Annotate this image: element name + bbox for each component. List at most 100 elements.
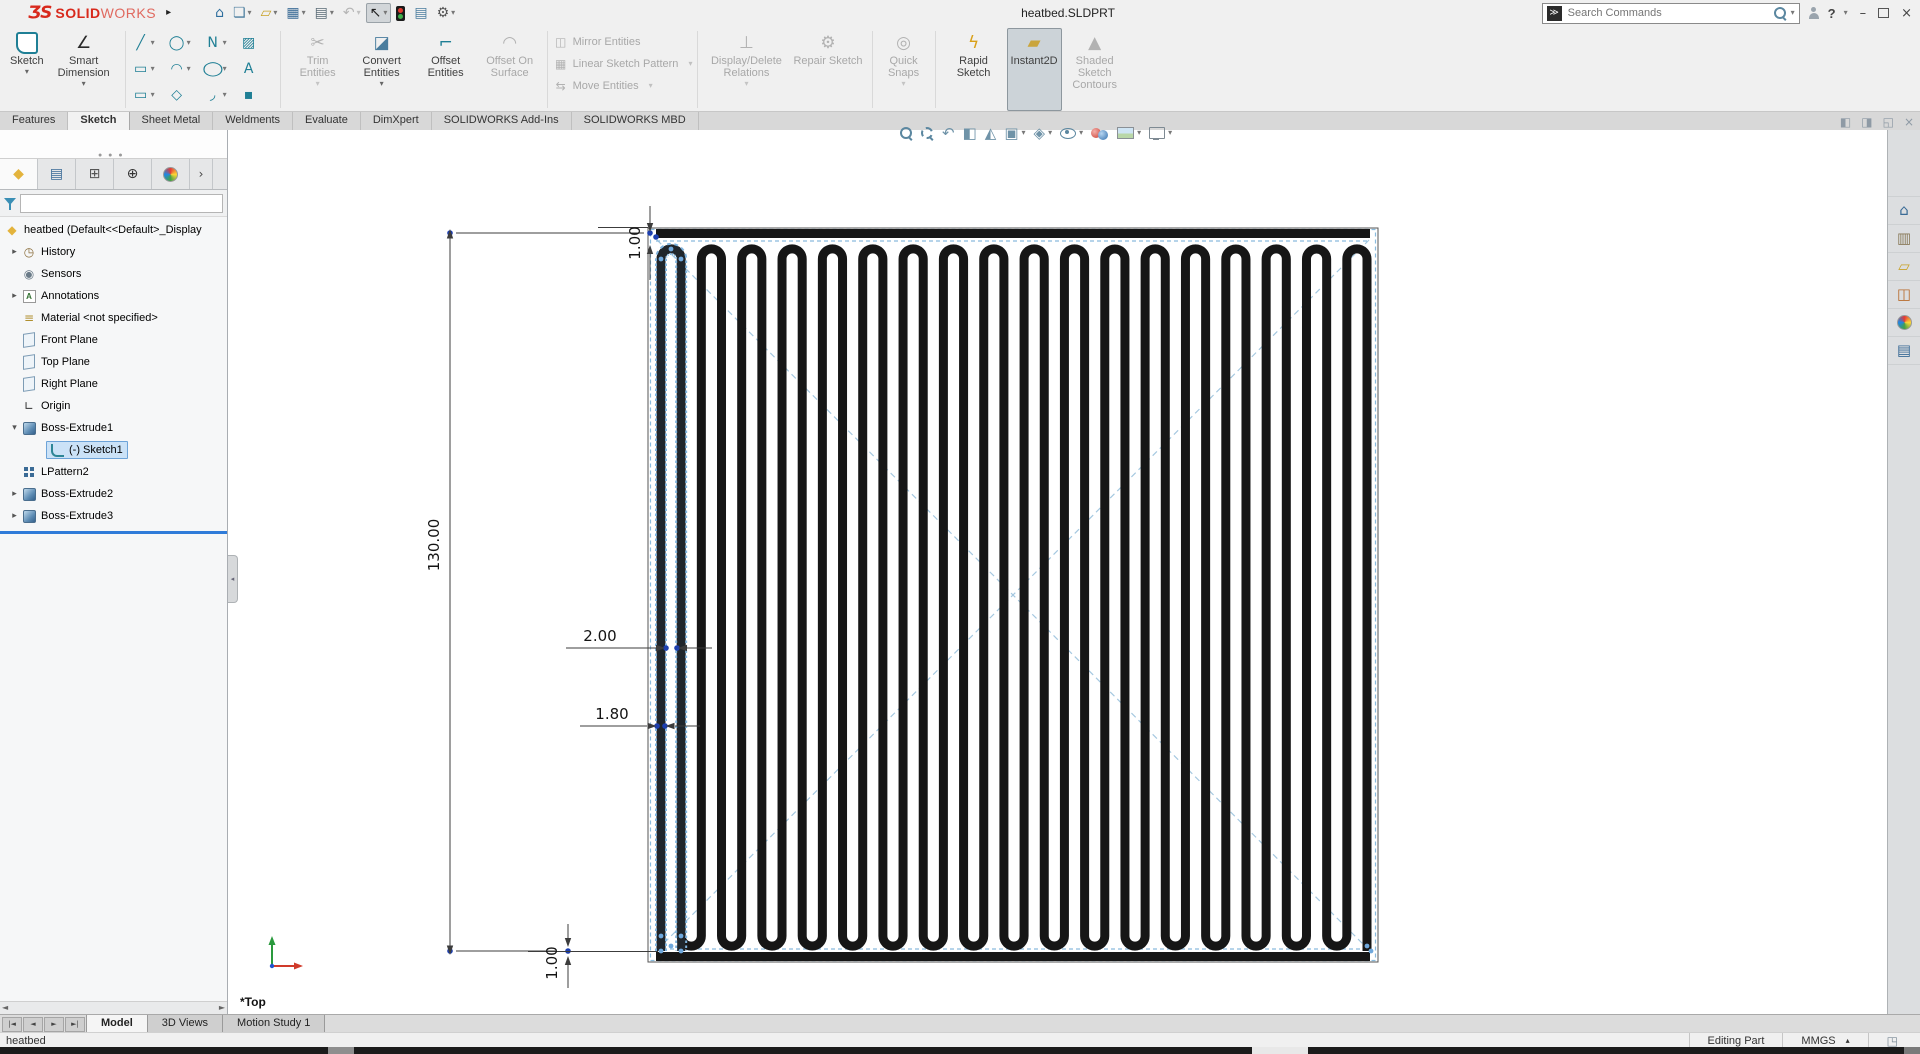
dropdown-icon[interactable]: ▾ — [302, 9, 306, 17]
dropdown-icon[interactable]: ▾ — [273, 9, 277, 17]
panel-tab-dimxpertmanager[interactable]: ⊕ — [114, 159, 152, 189]
zoom-to-area-button[interactable] — [917, 125, 938, 142]
panel-tab-displaymanager[interactable] — [152, 159, 190, 189]
sketch-button[interactable]: Sketch ▾ — [6, 28, 48, 111]
file-properties-button[interactable]: ▤ — [410, 3, 431, 23]
dropdown-icon[interactable]: ▾ — [151, 64, 155, 73]
new-document-button[interactable]: ❏ ▾ — [229, 3, 256, 23]
menu-flyout-icon[interactable]: ▸ — [166, 8, 171, 18]
tree-item-material-not-specified[interactable]: ≡ Material <not specified> — [0, 307, 227, 329]
search-icon[interactable] — [1773, 6, 1787, 20]
select-button[interactable]: ↖ ▾ — [365, 3, 392, 23]
rollback-bar[interactable] — [0, 531, 227, 534]
dropdown-icon[interactable]: ▾ — [330, 9, 334, 17]
custom-properties-taskpane-button[interactable]: ▤ — [1888, 337, 1920, 365]
login-user-icon[interactable] — [1808, 6, 1820, 20]
previous-sheet-button[interactable]: ◄ — [23, 1016, 43, 1032]
tree-item-boss-extrude3[interactable]: ▸ Boss-Extrude3 — [0, 505, 227, 527]
dropdown-icon[interactable]: ▾ — [380, 80, 384, 90]
search-dropdown-icon[interactable]: ▾ — [1791, 9, 1795, 17]
close-button[interactable]: × — [1897, 7, 1916, 20]
zoom-to-fit-button[interactable] — [896, 125, 917, 142]
dropdown-icon[interactable]: ▾ — [744, 80, 748, 90]
panel-tab-configurationmanager[interactable]: ⊞ — [76, 159, 114, 189]
tab-sketch[interactable]: Sketch — [68, 112, 130, 130]
convert-entities-button[interactable]: ◪ Convert Entities ▾ — [350, 28, 414, 111]
view-settings-button[interactable]: ▾ — [1145, 125, 1176, 141]
undo-button[interactable]: ↶ ▾ — [339, 3, 365, 23]
tab-dimxpert[interactable]: DimXpert — [361, 112, 432, 130]
next-sheet-button[interactable]: ► — [44, 1016, 64, 1032]
bottom-tab-motion-study-1[interactable]: Motion Study 1 — [222, 1015, 326, 1033]
rapid-sketch-button[interactable]: ϟ Rapid Sketch — [941, 28, 1007, 111]
expand-arrow-icon[interactable]: ▸ — [8, 511, 21, 521]
panel-scrollbar[interactable]: ◄ ► — [0, 1001, 227, 1014]
viewport-pane-right-icon[interactable]: ◨ — [1861, 116, 1872, 128]
dimension-1-00-top[interactable]: 1.00 — [598, 206, 654, 280]
tree-item-origin[interactable]: ∟ Origin — [0, 395, 227, 417]
tab-solidworks-add-ins[interactable]: SOLIDWORKS Add-Ins — [432, 112, 572, 130]
xpert-tools-button[interactable] — [392, 3, 409, 24]
panel-splitter-handle[interactable]: ◂ — [228, 555, 238, 603]
print-button[interactable]: ▤ ▾ — [311, 3, 338, 23]
tree-item-sketch1[interactable]: (-) Sketch1 — [0, 439, 227, 461]
line-tool[interactable]: ╱ ▾ — [131, 36, 167, 50]
dimension-1-80[interactable]: 1.80 — [580, 705, 700, 730]
tree-filter-input[interactable] — [20, 193, 223, 213]
arc-tool[interactable]: ◠ ▾ — [167, 62, 203, 76]
file-explorer-taskpane-button[interactable]: ▱ — [1888, 253, 1920, 281]
apply-scene-button[interactable]: ▾ — [1113, 125, 1145, 141]
edit-appearance-button[interactable] — [1087, 125, 1113, 142]
dimension-2-00[interactable]: 2.00 — [566, 627, 712, 652]
dropdown-icon[interactable]: ▾ — [223, 90, 227, 99]
dropdown-icon[interactable]: ▾ — [383, 9, 387, 17]
tree-item-front-plane[interactable]: Front Plane — [0, 329, 227, 351]
heatbed-sketch[interactable] — [447, 227, 1379, 963]
offset-entities-button[interactable]: ⌐ Offset Entities — [414, 28, 478, 111]
tree-item-heatbed-default-default-display[interactable]: ◆ heatbed (Default<<Default>_Display — [0, 219, 227, 241]
restore-button[interactable] — [1878, 5, 1893, 18]
spline-tool[interactable]: N ▾ — [203, 36, 239, 50]
tree-item-boss-extrude2[interactable]: ▸ Boss-Extrude2 — [0, 483, 227, 505]
viewport-pane-left-icon[interactable]: ◧ — [1840, 116, 1851, 128]
dropdown-icon[interactable]: ▾ — [187, 38, 191, 47]
search-scope-icon[interactable]: ≫ — [1546, 5, 1562, 21]
options-button[interactable]: ⚙ ▾ — [433, 3, 460, 23]
panel-top-splitter[interactable]: ● ● ● — [0, 130, 227, 159]
minimize-button[interactable]: – — [1856, 7, 1871, 20]
tab-sheet-metal[interactable]: Sheet Metal — [130, 112, 214, 130]
section-view-button[interactable]: ◧ — [959, 124, 981, 143]
bottom-tab-model[interactable]: Model — [86, 1015, 148, 1033]
dropdown-icon[interactable]: ▾ — [25, 68, 29, 78]
previous-view-button[interactable]: ↶ — [938, 124, 959, 143]
design-library-taskpane-button[interactable]: ▥ — [1888, 225, 1920, 253]
tab-features[interactable]: Features — [0, 112, 69, 130]
close-document-icon[interactable]: × — [1904, 116, 1914, 128]
first-sheet-button[interactable]: |◄ — [2, 1016, 22, 1032]
expand-arrow-icon[interactable]: ▾ — [8, 423, 21, 433]
home-taskpane-button[interactable]: ⌂ — [1888, 197, 1920, 225]
sketch-picture-tool[interactable]: ▨ — [239, 36, 275, 50]
instant2d-button[interactable]: ▰ Instant2D — [1006, 28, 1062, 111]
tree-item-lpattern2[interactable]: LPattern2 — [0, 461, 227, 483]
expand-arrow-icon[interactable]: ▸ — [8, 291, 21, 301]
dropdown-icon[interactable]: ▾ — [223, 38, 227, 47]
dropdown-icon[interactable]: ▾ — [1079, 129, 1083, 137]
tree-item-sensors[interactable]: ◉ Sensors — [0, 263, 227, 285]
dropdown-icon[interactable]: ▾ — [1137, 129, 1141, 137]
dropdown-icon[interactable]: ▾ — [151, 90, 155, 99]
save-button[interactable]: ▦ ▾ — [282, 3, 309, 23]
expand-arrow-icon[interactable]: ▸ — [8, 247, 21, 257]
dimension-130[interactable]: 130.00 — [425, 229, 644, 955]
view-palette-taskpane-button[interactable]: ◫ — [1888, 281, 1920, 309]
restore-document-icon[interactable]: ◱ — [1883, 116, 1894, 128]
status-tag-cell[interactable]: ◳ — [1867, 1033, 1916, 1048]
dropdown-icon[interactable]: ▾ — [902, 80, 906, 90]
panel-tab-featuremanager-tree[interactable]: ◆ — [0, 159, 38, 189]
smart-dimension-button[interactable]: ∠ Smart Dimension ▾ — [48, 28, 120, 111]
ellipse-tool[interactable]: ◯ ▾ — [202, 62, 239, 76]
tree-item-history[interactable]: ▸ ◷ History — [0, 241, 227, 263]
dropdown-icon[interactable]: ▾ — [316, 80, 320, 90]
bottom-tab-3d-views[interactable]: 3D Views — [146, 1015, 224, 1033]
last-sheet-button[interactable]: ►| — [65, 1016, 85, 1032]
